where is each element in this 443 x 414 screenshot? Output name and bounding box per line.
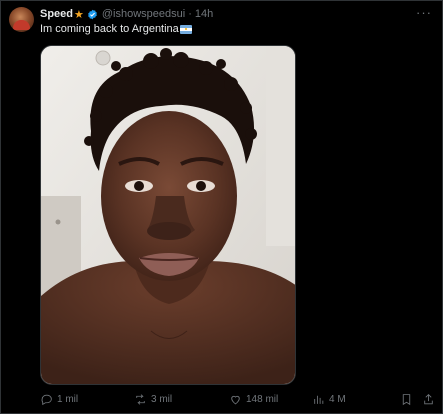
author-name[interactable]: Speed <box>40 8 73 20</box>
tweet-actions: 1 mil 3 mil 148 mil 4 M <box>40 393 435 409</box>
tweet-text-content: Im coming back to Argentina <box>40 23 179 35</box>
bookmark-icon <box>402 394 411 406</box>
separator-dot: · <box>188 8 192 20</box>
heart-icon <box>231 395 240 405</box>
selfie-photo <box>41 46 295 384</box>
share-button[interactable] <box>422 393 439 406</box>
verified-badge-icon <box>88 9 97 19</box>
reply-count: 1 mil <box>57 394 79 405</box>
tweet-card[interactable]: Speed ★ @ishowspeedsui · 14h ··· Im comi… <box>0 0 443 414</box>
views-button[interactable]: 4 M <box>312 393 346 406</box>
views-chart-icon <box>314 395 324 404</box>
tweet-photo[interactable] <box>40 45 296 385</box>
avatar[interactable] <box>9 7 34 32</box>
like-count: 148 mil <box>246 394 279 405</box>
bookmark-button[interactable] <box>400 393 417 406</box>
like-button[interactable]: 148 mil <box>229 393 278 406</box>
reply-button[interactable]: 1 mil <box>40 393 78 406</box>
share-icon <box>424 394 433 405</box>
views-count: 4 M <box>329 394 346 405</box>
more-options-icon[interactable]: ··· <box>416 5 432 20</box>
retweet-icon <box>136 394 145 405</box>
reply-icon <box>41 394 52 406</box>
star-icon: ★ <box>74 8 84 21</box>
retweet-count: 3 mil <box>151 394 173 405</box>
tweet-header: Speed ★ @ishowspeedsui · 14h <box>40 7 213 21</box>
retweet-button[interactable]: 3 mil <box>134 393 172 406</box>
argentina-flag-icon <box>179 24 192 34</box>
tweet-text: Im coming back to Argentina <box>40 23 192 35</box>
author-handle[interactable]: @ishowspeedsui <box>102 8 185 20</box>
timestamp[interactable]: 14h <box>195 8 213 20</box>
